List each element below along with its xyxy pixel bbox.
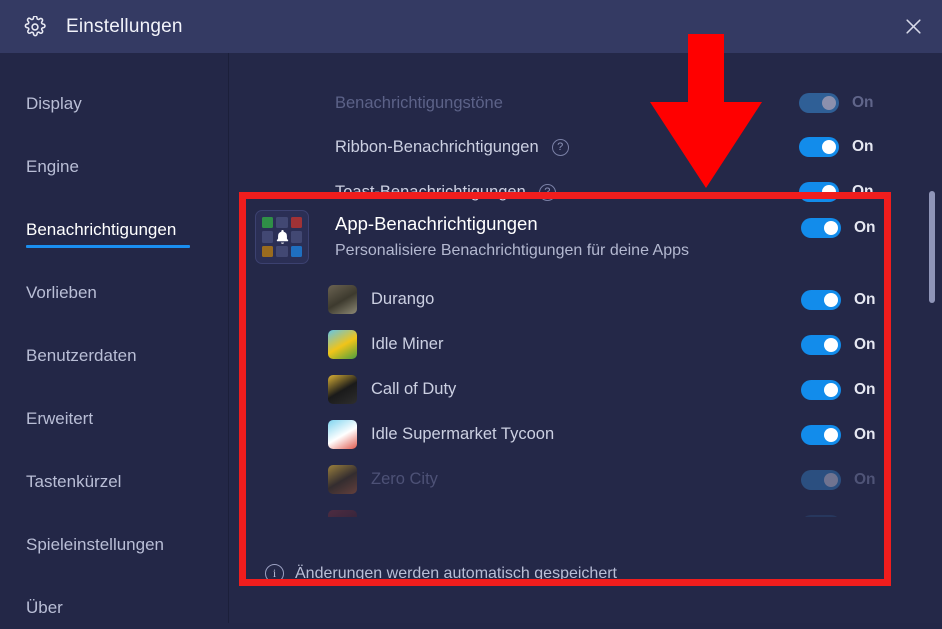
app-toggle[interactable]	[801, 334, 841, 355]
grid-cell	[262, 231, 274, 243]
app-toggle-label: On	[854, 470, 876, 488]
title-bar: Einstellungen	[0, 0, 942, 53]
sidebar-item-label: Erweitert	[26, 409, 94, 428]
app-name: Zero City	[371, 470, 438, 488]
setting-row-1: Ribbon-Benachrichtigungen? On	[229, 125, 942, 169]
sidebar-item-label: Display	[26, 94, 82, 113]
sidebar-nav: Display Engine Benachrichtigungen Vorlieben…	[0, 53, 228, 629]
app-toggle[interactable]	[801, 469, 841, 490]
setting-row-toggle-wrap: On	[799, 93, 874, 113]
sidebar-item-label: Vorlieben	[26, 283, 97, 302]
app-toggle-label: On	[854, 380, 876, 398]
sidebar-item-6[interactable]: Tastenkürzel	[0, 463, 228, 500]
setting-row-toggle[interactable]	[799, 93, 839, 113]
sidebar-item-label: Über	[26, 598, 63, 617]
app-toggle-wrap: On	[801, 514, 876, 518]
app-icon	[328, 420, 357, 449]
autosave-text: Änderungen werden automatisch gespeicher…	[295, 564, 617, 582]
app-list[interactable]: Durango On Idle Miner On Call of Duty On Idle …	[240, 277, 892, 517]
app-name: Idle Miner	[371, 335, 444, 353]
app-row[interactable]: Zero City On	[240, 457, 892, 502]
sidebar-item-label: Tastenkürzel	[26, 472, 122, 491]
grid-cell	[262, 217, 274, 229]
app-toggle-label: On	[854, 516, 876, 518]
app-toggle-wrap: On	[801, 289, 876, 310]
app-notifications-toggle-wrap: On	[801, 218, 876, 238]
setting-row-0: Benachrichtigungstöne On	[229, 81, 942, 125]
app-name: Idle Supermarket Tycoon	[371, 425, 555, 443]
app-notifications-toggle[interactable]	[801, 218, 841, 238]
app-icon	[328, 375, 357, 404]
content-scrollbar-thumb[interactable]	[929, 191, 935, 303]
info-icon: i	[265, 564, 284, 583]
app-row[interactable]: On	[240, 502, 892, 517]
help-icon[interactable]: ?	[538, 183, 556, 201]
gear-icon	[24, 15, 46, 38]
setting-row-toggle-wrap: On	[799, 137, 874, 157]
app-toggle[interactable]	[801, 289, 841, 310]
sidebar-item-7[interactable]: Spieleinstellungen	[0, 526, 228, 563]
window-title: Einstellungen	[66, 15, 183, 37]
setting-row-toggle-label: On	[852, 138, 874, 155]
settings-content: Benachrichtigungstöne On Ribbon-Benachrich…	[229, 53, 942, 629]
sidebar-item-2[interactable]: Benachrichtigungen	[0, 211, 228, 248]
grid-cell	[276, 245, 288, 257]
app-icon	[328, 510, 357, 517]
app-toggle-wrap: On	[801, 424, 876, 445]
app-toggle[interactable]	[801, 379, 841, 400]
sidebar: Display Engine Benachrichtigungen Vorlieben…	[0, 53, 228, 629]
sidebar-item-label: Benutzerdaten	[26, 346, 137, 365]
setting-row-toggle-label: On	[852, 94, 874, 111]
app-row[interactable]: Idle Miner On	[240, 322, 892, 367]
autosave-note: i Änderungen werden automatisch gespeich…	[240, 564, 617, 583]
sidebar-item-3[interactable]: Vorlieben	[0, 274, 228, 311]
sidebar-item-8[interactable]: Über	[0, 589, 228, 626]
app-toggle-wrap: On	[801, 469, 876, 490]
app-notifications-header: App-Benachrichtigungen Personalisiere Be…	[240, 199, 892, 273]
app-toggle-wrap: On	[801, 334, 876, 355]
app-icon	[328, 330, 357, 359]
sidebar-item-label: Spieleinstellungen	[26, 535, 164, 554]
sidebar-item-1[interactable]: Engine	[0, 148, 228, 185]
sidebar-item-label: Benachrichtigungen	[26, 220, 177, 239]
help-icon[interactable]: ?	[551, 138, 569, 156]
app-name: Durango	[371, 290, 435, 308]
setting-row-label: Ribbon-Benachrichtigungen	[335, 137, 539, 156]
sidebar-active-underline	[26, 245, 190, 248]
app-toggle-label: On	[854, 335, 876, 353]
app-toggle[interactable]	[801, 424, 841, 445]
sidebar-item-0[interactable]: Display	[0, 85, 228, 122]
app-notifications-subtitle: Personalisiere Benachrichtigungen für de…	[335, 242, 690, 259]
app-icon	[328, 465, 357, 494]
setting-row-label: Benachrichtigungstöne	[335, 93, 503, 112]
grid-cell	[276, 231, 288, 243]
app-row[interactable]: Call of Duty On	[240, 367, 892, 412]
grid-cell	[262, 245, 274, 257]
app-name: Call of Duty	[371, 380, 457, 398]
sidebar-item-4[interactable]: Benutzerdaten	[0, 337, 228, 374]
sidebar-item-5[interactable]: Erweitert	[0, 400, 228, 437]
app-notifications-title: App-Benachrichtigungen	[335, 213, 538, 234]
sidebar-item-label: Engine	[26, 157, 79, 176]
app-toggle-label: On	[854, 425, 876, 443]
grid-cell	[290, 245, 302, 257]
setting-row-toggle[interactable]	[799, 137, 839, 157]
app-icon	[328, 285, 357, 314]
grid-cell	[290, 231, 302, 243]
close-icon[interactable]	[884, 0, 942, 53]
app-notifications-card: App-Benachrichtigungen Personalisiere Be…	[240, 199, 892, 591]
app-toggle-label: On	[854, 290, 876, 308]
content-scrollbar-track[interactable]	[929, 113, 935, 629]
settings-window: Einstellungen Display Engine Benachrichtig…	[0, 0, 942, 629]
app-toggle[interactable]	[801, 514, 841, 517]
app-toggle-wrap: On	[801, 379, 876, 400]
grid-cell	[276, 217, 288, 229]
app-row[interactable]: Durango On	[240, 277, 892, 322]
app-row[interactable]: Idle Supermarket Tycoon On	[240, 412, 892, 457]
window-bottom-edge	[0, 623, 942, 629]
app-notifications-toggle-label: On	[854, 219, 876, 236]
grid-cell	[290, 217, 302, 229]
app-notifications-grid-bell-icon	[255, 210, 309, 264]
